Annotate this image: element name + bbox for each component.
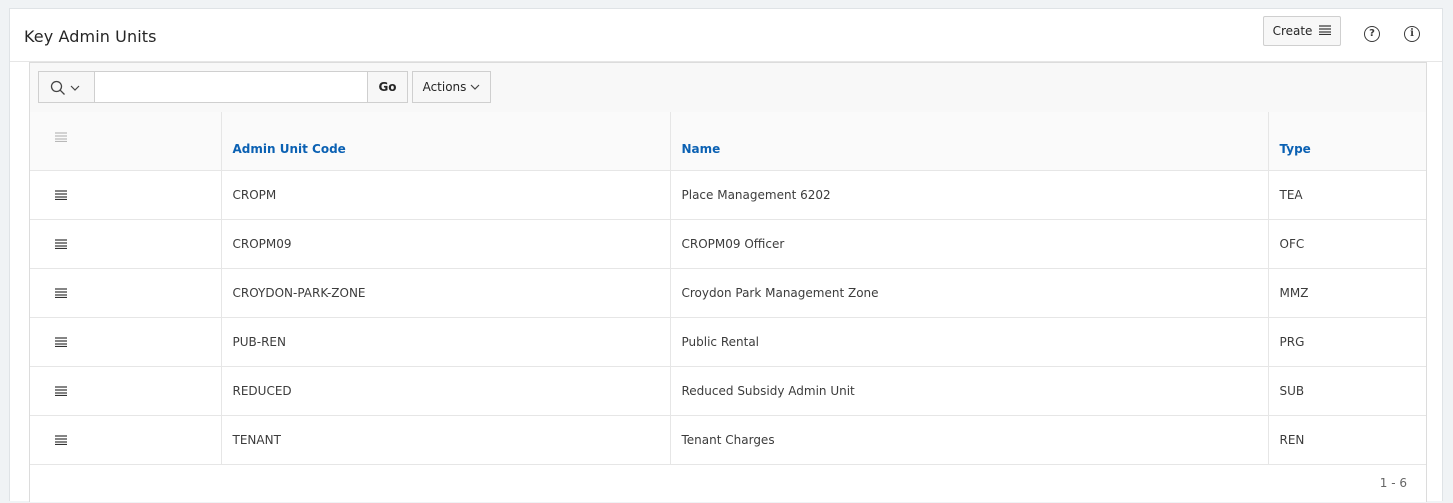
create-button[interactable]: Create [1263, 16, 1341, 46]
admin-unit-code-cell: CROYDON-PARK-ZONE [221, 268, 671, 318]
name-cell: Place Management 6202 [670, 170, 1269, 220]
row-menu-cell[interactable] [30, 219, 222, 269]
menu-icon [55, 238, 67, 249]
report-footer: 1 - 6 [30, 465, 1426, 503]
interactive-report: Go Actions Admin Unit Code Name Type CRO… [29, 62, 1427, 502]
table-row: TENANT Tenant Charges REN [30, 415, 1426, 465]
admin-unit-code-cell: CROPM [221, 170, 671, 220]
row-menu-cell[interactable] [30, 268, 222, 318]
report-toolbar: Go Actions [30, 63, 1426, 113]
region-header: Key Admin Units Create ? i [10, 9, 1442, 62]
actions-menu-button[interactable]: Actions [412, 71, 491, 103]
admin-unit-code-cell: TENANT [221, 415, 671, 465]
go-button[interactable]: Go [368, 71, 408, 103]
type-cell: SUB [1268, 366, 1426, 416]
name-cell: CROPM09 Officer [670, 219, 1269, 269]
row-actions-header [30, 112, 222, 171]
type-cell: MMZ [1268, 268, 1426, 318]
admin-unit-code-cell: PUB-REN [221, 317, 671, 367]
table-row: CROPM Place Management 6202 TEA [30, 170, 1426, 220]
name-cell: Public Rental [670, 317, 1269, 367]
report-table: Admin Unit Code Name Type CROPM Place Ma… [30, 112, 1426, 465]
actions-label: Actions [422, 80, 467, 94]
menu-icon [55, 434, 67, 445]
help-icon[interactable]: ? [1364, 26, 1380, 42]
column-header-admin-unit-code[interactable]: Admin Unit Code [221, 112, 671, 171]
menu-icon [55, 189, 67, 200]
type-cell: PRG [1268, 317, 1426, 367]
type-cell: TEA [1268, 170, 1426, 220]
menu-icon [1319, 24, 1332, 38]
search-group: Go Actions [38, 71, 491, 103]
type-cell: REN [1268, 415, 1426, 465]
row-menu-cell[interactable] [30, 366, 222, 416]
menu-icon [55, 385, 67, 396]
table-row: CROPM09 CROPM09 Officer OFC [30, 219, 1426, 269]
type-cell: OFC [1268, 219, 1426, 269]
row-menu-cell[interactable] [30, 415, 222, 465]
admin-unit-code-cell: REDUCED [221, 366, 671, 416]
search-input[interactable] [94, 71, 368, 103]
column-header-name[interactable]: Name [670, 112, 1269, 171]
name-cell: Reduced Subsidy Admin Unit [670, 366, 1269, 416]
search-column-selector[interactable] [38, 71, 94, 103]
info-icon[interactable]: i [1404, 26, 1420, 42]
column-header-type[interactable]: Type [1268, 112, 1426, 171]
chevron-down-icon [70, 85, 80, 91]
table-header-row: Admin Unit Code Name Type [30, 112, 1426, 171]
key-admin-units-region: Key Admin Units Create ? i Go Actions Ad… [9, 8, 1443, 502]
name-cell: Croydon Park Management Zone [670, 268, 1269, 318]
search-icon [50, 80, 65, 95]
row-menu-cell[interactable] [30, 317, 222, 367]
name-cell: Tenant Charges [670, 415, 1269, 465]
menu-icon [55, 132, 67, 142]
menu-icon [55, 287, 67, 298]
row-menu-cell[interactable] [30, 170, 222, 220]
table-row: PUB-REN Public Rental PRG [30, 317, 1426, 367]
pagination-range: 1 - 6 [1379, 476, 1407, 490]
menu-icon [55, 336, 67, 347]
admin-unit-code-cell: CROPM09 [221, 219, 671, 269]
page-title: Key Admin Units [24, 27, 157, 46]
create-button-label: Create [1272, 24, 1313, 38]
table-row: CROYDON-PARK-ZONE Croydon Park Managemen… [30, 268, 1426, 318]
chevron-down-icon [470, 84, 480, 90]
table-row: REDUCED Reduced Subsidy Admin Unit SUB [30, 366, 1426, 416]
